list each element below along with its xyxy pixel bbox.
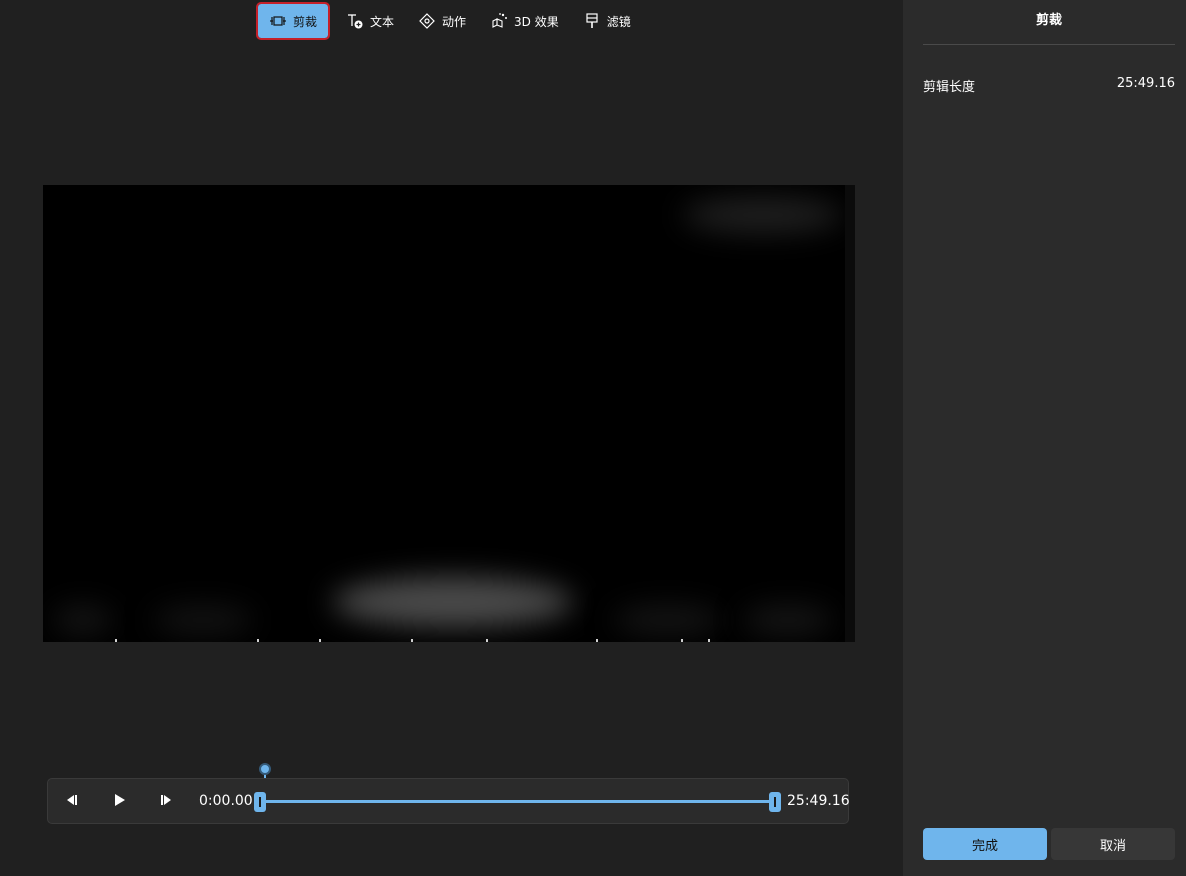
trim-panel: 剪裁 剪辑长度 25:49.16 完成 取消 [903, 0, 1186, 876]
panel-title: 剪裁 [923, 0, 1175, 45]
clip-length-row: 剪辑长度 25:49.16 [923, 76, 1175, 95]
playback-bar: 0:00.00 25:49.16 [47, 778, 850, 824]
next-frame-button[interactable] [156, 791, 178, 813]
tool-trim-label: 剪裁 [292, 14, 317, 29]
text-icon [346, 12, 364, 30]
end-time: 25:49.16 [787, 793, 850, 809]
done-button[interactable]: 完成 [923, 828, 1047, 860]
trim-end-handle[interactable] [769, 792, 781, 812]
play-icon [111, 792, 127, 812]
previous-frame-icon [63, 792, 79, 812]
start-time: 0:00.00 [199, 793, 253, 809]
preview-tick [257, 639, 259, 642]
next-frame-icon [159, 792, 175, 812]
preview-tick [681, 639, 683, 642]
previous-frame-button[interactable] [60, 791, 82, 813]
blur-highlight [613, 605, 723, 635]
blur-highlight [743, 605, 833, 635]
preview-tick [115, 639, 117, 642]
tool-text-button[interactable]: 文本 [336, 4, 404, 38]
3d-effects-icon [490, 12, 508, 30]
trim-track[interactable] [260, 800, 776, 803]
tool-motion-button[interactable]: 动作 [408, 4, 476, 38]
editing-toolbar: 剪裁 文本 动作 3D 效果 滤镜 [256, 2, 645, 40]
tool-text-label: 文本 [370, 14, 395, 29]
editor-area: 剪裁 文本 动作 3D 效果 滤镜 0:00.00 25:49.16 [0, 0, 903, 876]
trim-start-handle[interactable] [254, 792, 266, 812]
play-button[interactable] [108, 791, 130, 813]
playhead-handle[interactable] [259, 763, 271, 775]
video-editor-window: 剪裁 文本 动作 3D 效果 滤镜 0:00.00 25:49.16 剪裁 剪辑… [0, 0, 1186, 876]
blur-highlight [683, 197, 843, 233]
blur-highlight [53, 605, 113, 635]
preview-tick [708, 639, 710, 642]
preview-tick [486, 639, 488, 642]
blur-highlight [333, 577, 573, 627]
tool-filter-button[interactable]: 滤镜 [573, 4, 641, 38]
trim-icon [269, 12, 287, 30]
video-preview [43, 185, 855, 642]
blur-highlight [153, 605, 253, 635]
clip-length-label: 剪辑长度 [923, 80, 976, 95]
tool-motion-label: 动作 [442, 14, 467, 29]
preview-tick [319, 639, 321, 642]
cancel-button[interactable]: 取消 [1051, 828, 1175, 860]
tool-3d-effects-button[interactable]: 3D 效果 [480, 4, 569, 38]
motion-icon [418, 12, 436, 30]
tool-trim-button[interactable]: 剪裁 [256, 2, 330, 40]
tool-3d-effects-label: 3D 效果 [514, 14, 559, 29]
filter-icon [583, 12, 601, 30]
preview-tick [596, 639, 598, 642]
clip-length-value: 25:49.16 [1116, 76, 1175, 91]
tool-filter-label: 滤镜 [606, 14, 631, 29]
preview-tick [411, 639, 413, 642]
